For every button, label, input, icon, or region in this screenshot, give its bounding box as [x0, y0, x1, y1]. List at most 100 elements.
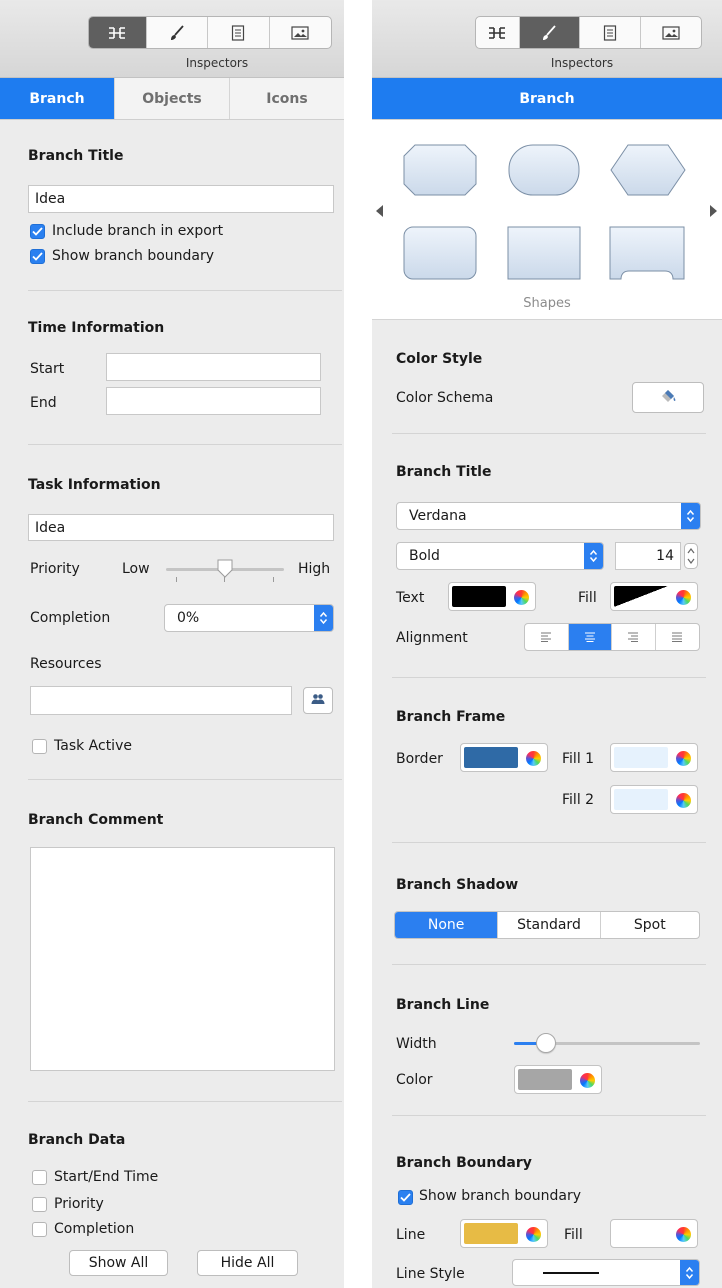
- document-icon[interactable]: [208, 17, 270, 48]
- color-wheel-icon[interactable]: [514, 590, 529, 605]
- document-icon[interactable]: [580, 17, 641, 48]
- divider: [392, 677, 706, 678]
- border-label: Border: [396, 751, 443, 767]
- color-wheel-icon[interactable]: [676, 793, 691, 808]
- tab-branch[interactable]: Branch: [372, 78, 722, 119]
- shape-octagon-rect[interactable]: [403, 144, 477, 196]
- line-style-popup[interactable]: [512, 1259, 700, 1286]
- inspectors-label: Inspectors: [185, 56, 249, 70]
- font-size-field[interactable]: 14: [615, 542, 681, 570]
- branch-shadow-heading: Branch Shadow: [396, 877, 519, 893]
- fill1-color-well[interactable]: [610, 743, 698, 772]
- shape-rounded-rect[interactable]: [403, 226, 477, 280]
- inspector-tabs: Branch Objects Icons: [0, 78, 344, 120]
- line-width-slider-thumb[interactable]: [535, 1033, 556, 1053]
- shape-hexagon[interactable]: [610, 144, 686, 196]
- color-wheel-icon[interactable]: [580, 1073, 595, 1088]
- title-fill-swatch: [614, 586, 668, 607]
- align-justify-icon[interactable]: [656, 624, 699, 650]
- align-left-icon[interactable]: [525, 624, 569, 650]
- shadow-option-standard[interactable]: Standard: [498, 912, 601, 938]
- fill2-label: Fill 2: [562, 792, 595, 808]
- shape-rectangle[interactable]: [507, 226, 581, 280]
- title-fill-color-well[interactable]: [610, 582, 698, 611]
- end-field[interactable]: [106, 387, 321, 415]
- start-end-time-checkbox[interactable]: [32, 1170, 47, 1185]
- resources-button[interactable]: [303, 687, 333, 714]
- fill2-color-swatch: [614, 789, 668, 810]
- divider: [28, 290, 342, 291]
- branch-comment-heading: Branch Comment: [28, 812, 164, 828]
- paint-bucket-icon: [659, 389, 677, 407]
- text-color-well[interactable]: [448, 582, 536, 611]
- font-weight-popup[interactable]: Bold: [396, 542, 604, 570]
- branch-data-heading: Branch Data: [28, 1132, 126, 1148]
- left-inspector-panel: Inspectors Branch Objects Icons Branch T…: [0, 0, 344, 1288]
- color-wheel-icon[interactable]: [676, 590, 691, 605]
- fill2-color-well[interactable]: [610, 785, 698, 814]
- tab-icons[interactable]: Icons: [230, 78, 344, 119]
- color-wheel-icon[interactable]: [676, 1227, 691, 1242]
- shadow-option-spot[interactable]: Spot: [601, 912, 699, 938]
- align-right-icon[interactable]: [612, 624, 656, 650]
- branch-title-style-heading: Branch Title: [396, 464, 492, 480]
- shapes-prev-arrow-icon[interactable]: [374, 204, 384, 222]
- font-weight-value: Bold: [409, 548, 440, 564]
- branch-comment-textarea[interactable]: [30, 847, 335, 1071]
- resources-field[interactable]: [30, 686, 292, 715]
- shapes-next-arrow-icon[interactable]: [709, 204, 719, 222]
- show-all-button[interactable]: Show All: [69, 1250, 168, 1276]
- color-wheel-icon[interactable]: [526, 751, 541, 766]
- priority-checkbox[interactable]: [32, 1197, 47, 1212]
- right-inspector-panel: Inspectors Branch Shapes Color Style Col…: [372, 0, 722, 1288]
- color-schema-button[interactable]: [632, 382, 704, 413]
- branch-inspector-icon[interactable]: [89, 17, 147, 48]
- line-width-slider[interactable]: [514, 1032, 700, 1054]
- tab-objects[interactable]: Objects: [115, 78, 230, 119]
- priority-high-label: High: [298, 561, 331, 577]
- font-family-popup[interactable]: Verdana: [396, 502, 701, 530]
- priority-slider[interactable]: [166, 559, 284, 585]
- color-wheel-icon[interactable]: [526, 1227, 541, 1242]
- inspector-toolbar: Inspectors: [0, 0, 344, 78]
- color-wheel-icon[interactable]: [676, 751, 691, 766]
- style-brush-icon[interactable]: [519, 17, 581, 48]
- image-icon[interactable]: [270, 17, 331, 48]
- completion-checkbox[interactable]: [32, 1222, 47, 1237]
- image-icon[interactable]: [641, 17, 701, 48]
- task-name-input[interactable]: Idea: [28, 514, 334, 541]
- completion-popup[interactable]: 0%: [164, 604, 334, 632]
- shape-notched-rect[interactable]: [609, 226, 685, 280]
- text-color-label: Text: [396, 590, 425, 606]
- boundary-show-checkbox[interactable]: [398, 1190, 413, 1205]
- start-end-time-label: Start/End Time: [54, 1169, 159, 1185]
- show-boundary-checkbox[interactable]: [30, 249, 45, 264]
- inspector-switcher: [88, 16, 332, 49]
- font-family-value: Verdana: [409, 508, 467, 524]
- line-color-label: Color: [396, 1072, 433, 1088]
- line-style-label: Line Style: [396, 1266, 465, 1282]
- branch-title-input[interactable]: Idea: [28, 185, 334, 213]
- shape-rounded[interactable]: [508, 144, 580, 196]
- branch-frame-heading: Branch Frame: [396, 709, 506, 725]
- branch-boundary-heading: Branch Boundary: [396, 1155, 532, 1171]
- boundary-line-color-well[interactable]: [460, 1219, 548, 1248]
- shadow-option-none[interactable]: None: [395, 912, 499, 938]
- style-brush-icon[interactable]: [147, 17, 209, 48]
- line-color-well[interactable]: [514, 1065, 602, 1094]
- end-label: End: [30, 395, 57, 411]
- task-active-checkbox[interactable]: [32, 739, 47, 754]
- text-color-swatch: [452, 586, 506, 607]
- align-center-icon[interactable]: [568, 624, 612, 650]
- start-field[interactable]: [106, 353, 321, 381]
- boundary-fill-color-well[interactable]: [610, 1219, 698, 1248]
- hide-all-button[interactable]: Hide All: [197, 1250, 298, 1276]
- border-color-swatch: [464, 747, 518, 768]
- popup-arrows-icon: [584, 543, 603, 569]
- branch-inspector-icon[interactable]: [476, 17, 520, 48]
- priority-slider-thumb[interactable]: [216, 559, 234, 578]
- border-color-well[interactable]: [460, 743, 548, 772]
- font-size-stepper[interactable]: [684, 543, 698, 569]
- tab-branch[interactable]: Branch: [0, 78, 115, 119]
- include-export-checkbox[interactable]: [30, 224, 45, 239]
